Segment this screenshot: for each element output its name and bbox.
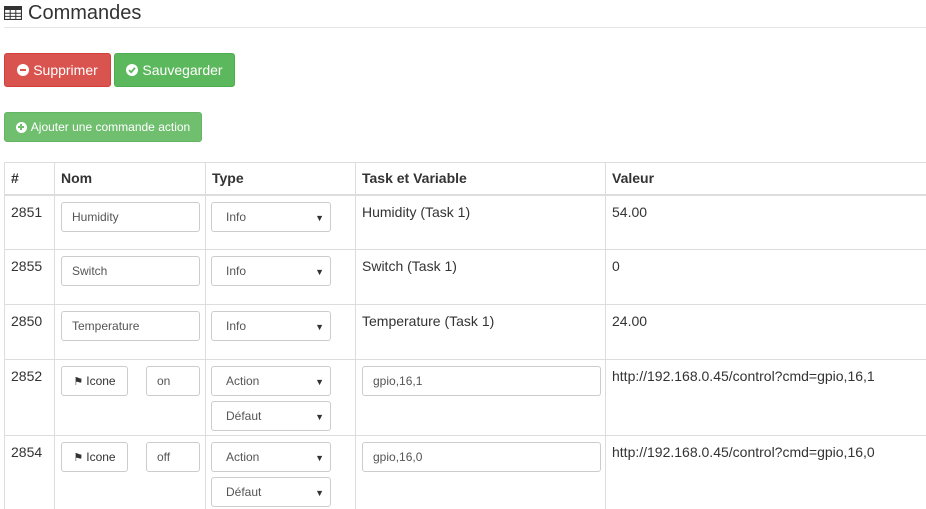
caret-down-icon: ▼ <box>315 212 324 223</box>
command-type-select[interactable]: Action ▼ <box>211 366 331 396</box>
command-id: 2850 <box>11 313 43 329</box>
task-variable: Temperature (Task 1) <box>362 313 495 329</box>
table-row: 2851 Humidity Info ▼ Humidity (Task 1) 54… <box>4 194 926 250</box>
command-name-input[interactable]: Switch <box>61 256 200 286</box>
delete-button-label: Supprimer <box>33 62 98 78</box>
add-action-command-button[interactable]: Ajouter une commande action <box>4 112 202 142</box>
add-action-command-label: Ajouter une commande action <box>30 120 191 134</box>
page-header: Commandes <box>4 0 926 28</box>
command-type-value: Info <box>226 209 247 224</box>
command-subtype-value: Défaut <box>226 409 262 423</box>
check-circle-icon <box>126 64 139 76</box>
command-type-value: Info <box>226 264 247 278</box>
table-row: 2855 Switch Info ▼ Switch (Task 1) 0 <box>4 249 926 305</box>
table-icon <box>4 5 22 20</box>
command-name-input[interactable]: on <box>146 366 200 396</box>
choose-icon-label: Icone <box>86 374 116 388</box>
choose-icon-button[interactable]: ⚑ Icone <box>61 442 128 472</box>
task-variable: Humidity (Task 1) <box>362 203 471 220</box>
command-type-select[interactable]: Info ▼ <box>211 256 331 286</box>
save-button-label: Sauvegarder <box>142 62 223 78</box>
command-value: http://192.168.0.45/control?cmd=gpio,16,… <box>612 368 875 384</box>
command-value: 0 <box>612 258 620 274</box>
flag-icon: ⚑ <box>73 375 84 388</box>
command-id: 2852 <box>11 368 43 384</box>
plus-circle-icon <box>15 121 27 133</box>
caret-down-icon: ▼ <box>315 488 324 498</box>
task-variable-input[interactable]: gpio,16,1 <box>362 366 601 396</box>
choose-icon-label: Icone <box>86 450 116 464</box>
task-variable-input[interactable]: gpio,16,0 <box>362 442 601 472</box>
command-type-select[interactable]: Info ▼ <box>211 201 331 232</box>
choose-icon-button[interactable]: ⚑ Icone <box>61 366 128 396</box>
command-subtype-select[interactable]: Défaut ▼ <box>211 477 331 507</box>
caret-down-icon: ▼ <box>315 412 324 422</box>
column-header-id: # <box>4 162 55 196</box>
command-id: 2854 <box>11 444 43 460</box>
table-row: 2854 ⚑ Icone off Action ▼ Défaut ▼ gpio,16… <box>4 435 926 509</box>
command-type-select[interactable]: Action ▼ <box>211 442 331 472</box>
command-id: 2855 <box>11 258 43 274</box>
commands-table: # Nom Type Task et Variable Valeur 2851 … <box>4 162 926 509</box>
caret-down-icon: ▼ <box>315 377 324 387</box>
column-header-name: Nom <box>54 162 206 196</box>
caret-down-icon: ▼ <box>315 453 324 463</box>
table-header-row: # Nom Type Task et Variable Valeur <box>4 162 926 196</box>
command-value: http://192.168.0.45/control?cmd=gpio,16,… <box>612 444 875 460</box>
command-type-value: Action <box>226 450 260 464</box>
column-header-task: Task et Variable <box>355 162 606 196</box>
command-name-input[interactable]: Humidity <box>61 201 200 232</box>
command-type-select[interactable]: Info ▼ <box>211 311 331 341</box>
minus-circle-icon <box>17 64 30 76</box>
command-id: 2851 <box>11 203 43 220</box>
delete-button[interactable]: Supprimer <box>4 53 111 87</box>
command-subtype-value: Défaut <box>226 485 262 499</box>
flag-icon: ⚑ <box>73 451 84 464</box>
command-subtype-select[interactable]: Défaut ▼ <box>211 401 331 431</box>
table-row: 2852 ⚑ Icone on Action ▼ Défaut ▼ gpio,16,… <box>4 359 926 436</box>
command-type-value: Action <box>226 374 260 388</box>
caret-down-icon: ▼ <box>315 322 324 332</box>
caret-down-icon: ▼ <box>315 267 324 277</box>
command-type-value: Info <box>226 319 247 333</box>
column-header-type: Type <box>205 162 356 196</box>
page-title: Commandes <box>28 2 142 24</box>
command-name-input[interactable]: Temperature <box>61 311 200 341</box>
task-variable: Switch (Task 1) <box>362 258 457 274</box>
command-value: 54.00 <box>612 203 648 220</box>
table-row: 2850 Temperature Info ▼ Temperature (Task… <box>4 304 926 360</box>
column-header-value: Valeur <box>605 162 926 196</box>
save-button[interactable]: Sauvegarder <box>114 53 235 87</box>
command-value: 24.00 <box>612 313 648 329</box>
command-name-input[interactable]: off <box>146 442 200 472</box>
